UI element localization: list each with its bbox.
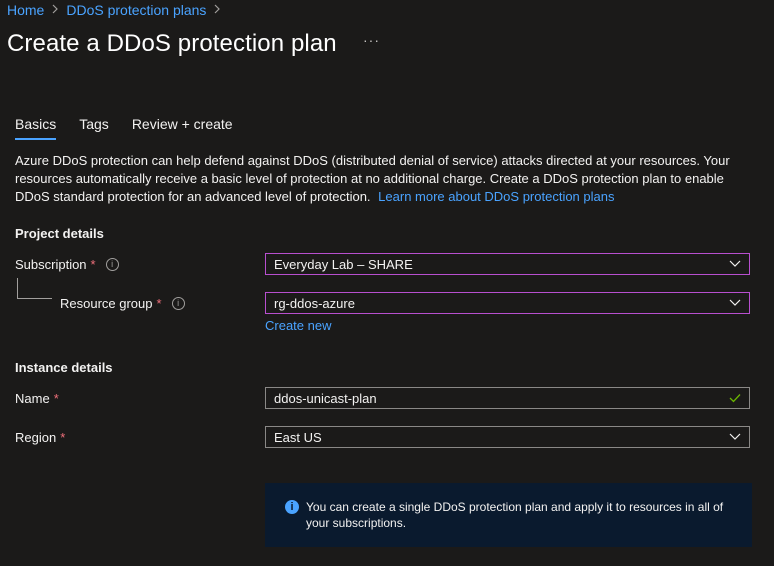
description: Azure DDoS protection can help defend ag…	[15, 152, 755, 206]
resource-group-label-text: Resource group	[60, 296, 153, 311]
resource-group-dropdown[interactable]: rg-ddos-azure	[265, 292, 750, 314]
breadcrumb-home[interactable]: Home	[7, 2, 44, 18]
breadcrumb: Home DDoS protection plans	[7, 2, 228, 18]
subscription-value: Everyday Lab – SHARE	[274, 256, 413, 272]
info-icon[interactable]: i	[105, 258, 119, 271]
name-input[interactable]: ddos-unicast-plan	[265, 387, 750, 409]
learn-more-link[interactable]: Learn more about DDoS protection plans	[378, 189, 614, 204]
info-message-text: You can create a single DDoS protection …	[306, 500, 724, 530]
name-label-text: Name	[15, 391, 50, 406]
name-value: ddos-unicast-plan	[274, 390, 377, 406]
page-title: Create a DDoS protection plan	[7, 30, 337, 57]
tab-bar: Basics Tags Review + create	[15, 116, 256, 140]
tab-basics[interactable]: Basics	[15, 116, 57, 140]
info-icon: i	[285, 500, 299, 514]
project-details-heading: Project details	[15, 226, 104, 241]
create-new-link[interactable]: Create new	[265, 318, 331, 333]
subscription-label: Subscription * i	[15, 257, 119, 272]
instance-details-heading: Instance details	[15, 360, 113, 375]
description-text: Azure DDoS protection can help defend ag…	[15, 153, 730, 204]
breadcrumb-separator-icon	[52, 3, 59, 17]
region-label-text: Region	[15, 430, 57, 445]
region-value: East US	[274, 429, 322, 445]
chevron-down-icon	[729, 260, 741, 268]
chevron-down-icon	[729, 299, 741, 307]
tab-review-create[interactable]: Review + create	[132, 116, 233, 140]
more-options-icon[interactable]: ···	[363, 32, 380, 48]
tree-connector	[17, 278, 52, 299]
chevron-down-icon	[729, 433, 741, 441]
info-message-box: i You can create a single DDoS protectio…	[265, 483, 752, 547]
subscription-label-text: Subscription	[15, 257, 87, 272]
required-marker: *	[60, 430, 66, 445]
name-label: Name *	[15, 391, 59, 406]
required-marker: *	[90, 257, 96, 272]
breadcrumb-separator-icon	[214, 3, 221, 17]
breadcrumb-ddos-plans[interactable]: DDoS protection plans	[66, 2, 206, 18]
tab-tags[interactable]: Tags	[79, 116, 109, 140]
required-marker: *	[53, 391, 59, 406]
required-marker: *	[156, 296, 162, 311]
subscription-dropdown[interactable]: Everyday Lab – SHARE	[265, 253, 750, 275]
checkmark-icon	[729, 393, 741, 403]
region-label: Region *	[15, 430, 65, 445]
region-dropdown[interactable]: East US	[265, 426, 750, 448]
resource-group-label: Resource group * i	[60, 296, 185, 311]
info-icon[interactable]: i	[171, 297, 185, 310]
resource-group-value: rg-ddos-azure	[274, 295, 355, 311]
